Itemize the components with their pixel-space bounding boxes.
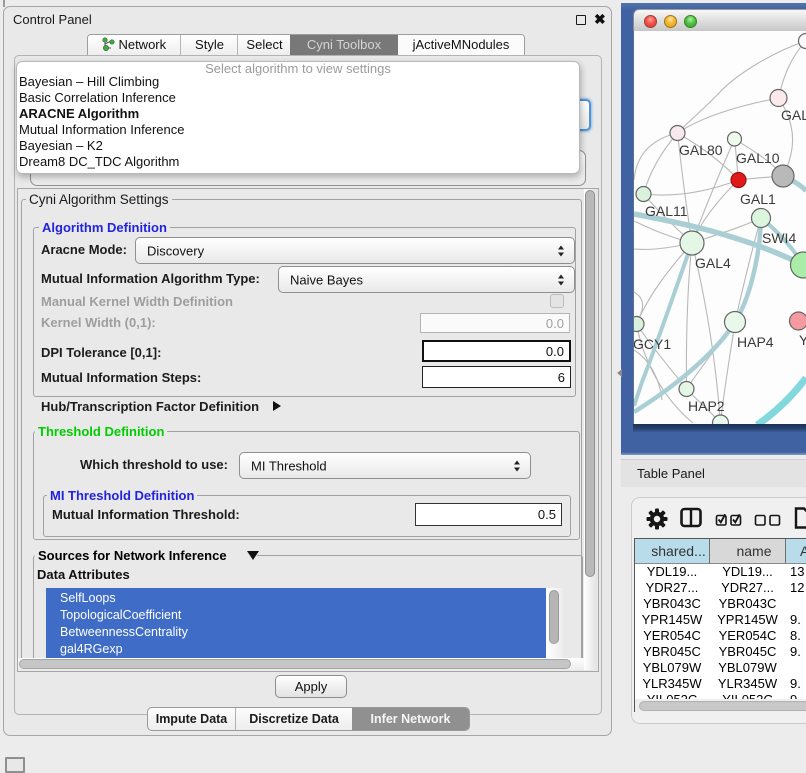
svg-text:GAL1: GAL1	[740, 191, 776, 207]
svg-text:GAL4: GAL4	[695, 255, 731, 271]
svg-text:GAL80: GAL80	[679, 142, 723, 158]
svg-text:GAL10: GAL10	[736, 150, 780, 166]
svg-text:SWI4: SWI4	[762, 230, 796, 246]
svg-text:GAL8: GAL8	[781, 107, 806, 123]
svg-text:GCY1: GCY1	[634, 336, 671, 352]
svg-text:HAP4: HAP4	[737, 334, 774, 350]
svg-text:HAP2: HAP2	[688, 398, 725, 414]
svg-text:GAL11: GAL11	[645, 203, 688, 219]
svg-text:Y: Y	[799, 332, 806, 348]
